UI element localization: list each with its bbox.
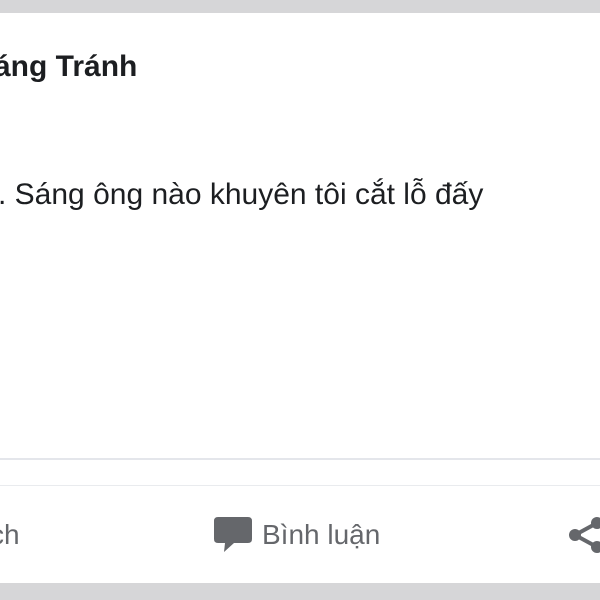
comment-bubble-icon — [214, 517, 252, 552]
share-button[interactable] — [566, 513, 600, 557]
post-text: . Sáng ông nào khuyên tôi cắt lỗ đấy — [0, 178, 484, 211]
post-author-name[interactable]: áng Tránh — [0, 49, 137, 85]
post-divider — [0, 458, 600, 460]
like-label: ch — [0, 519, 20, 550]
share-icon — [569, 517, 600, 553]
comment-label: Bình luận — [262, 519, 381, 550]
comment-button[interactable]: Bình luận — [212, 513, 380, 557]
post-card: áng Tránh . Sáng ông nào khuyên tôi cắt … — [0, 13, 600, 583]
feed-page: áng Tránh . Sáng ông nào khuyên tôi cắt … — [0, 0, 600, 600]
like-button[interactable]: ch — [0, 513, 20, 557]
actions-divider — [0, 485, 600, 486]
